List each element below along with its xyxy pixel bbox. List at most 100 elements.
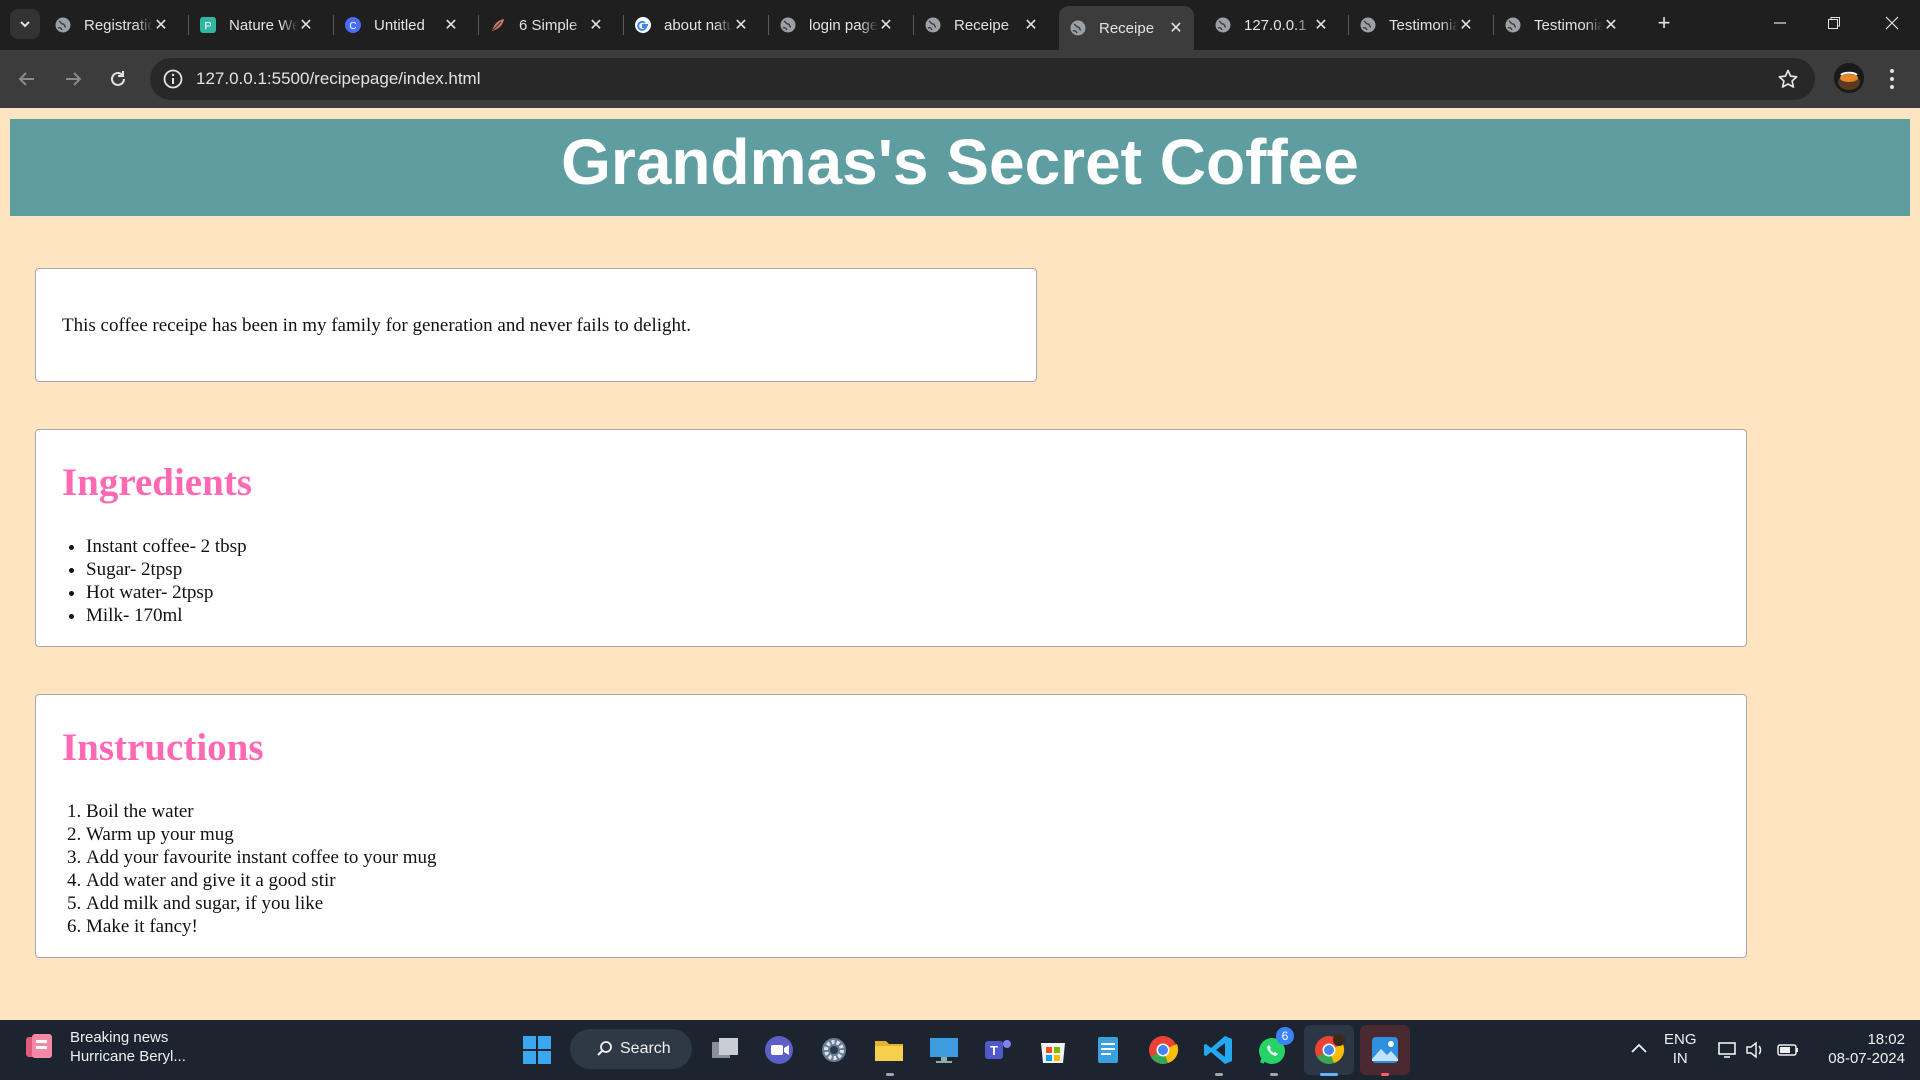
google-icon	[634, 16, 652, 34]
canva-icon: C	[344, 16, 362, 34]
task-view-icon[interactable]	[708, 1033, 742, 1067]
back-button[interactable]	[10, 62, 44, 96]
vscode-icon[interactable]	[1201, 1033, 1235, 1067]
desktop-icon[interactable]	[927, 1033, 961, 1067]
restore-icon	[1828, 17, 1840, 29]
close-tab-icon[interactable]: ✕	[1603, 17, 1619, 34]
url-text[interactable]: 127.0.0.1:5500/recipepage/index.html	[196, 69, 480, 89]
chevron-up-icon[interactable]	[1630, 1042, 1648, 1056]
instruction-step: Add milk and sugar, if you like	[86, 892, 437, 915]
instruction-step: Boil the water	[86, 800, 437, 823]
intro-card: This coffee receipe has been in my famil…	[35, 268, 1037, 382]
close-tab-icon[interactable]: ✕	[1313, 17, 1329, 34]
news-icon	[26, 1034, 52, 1058]
chrome-profile-icon[interactable]	[1312, 1033, 1346, 1067]
microsoft-store-icon[interactable]	[1036, 1033, 1070, 1067]
notification-badge: 6	[1276, 1027, 1294, 1045]
chevron-down-icon	[20, 21, 30, 28]
tab-title: Nature Website	[229, 16, 298, 34]
tab-title: 127.0.0.1	[1244, 16, 1307, 34]
tab-3[interactable]: C Untitled ✕	[334, 8, 469, 42]
volume-icon[interactable]	[1745, 1040, 1765, 1060]
windows-taskbar: Breaking news Hurricane Beryl... Search …	[0, 1020, 1920, 1080]
file-explorer-icon[interactable]	[872, 1033, 906, 1067]
close-tab-icon[interactable]: ✕	[298, 17, 314, 34]
ingredient-item: Sugar- 2tpsp	[86, 558, 247, 581]
clock-date: 08-07-2024	[1828, 1050, 1905, 1067]
close-window-button[interactable]	[1864, 0, 1920, 46]
clock[interactable]: 18:02 08-07-2024	[1815, 1030, 1905, 1068]
tab-10[interactable]: Testimonial ✕	[1349, 8, 1484, 42]
news-widget[interactable]: Breaking news Hurricane Beryl...	[22, 1028, 186, 1066]
close-tab-icon[interactable]: ✕	[588, 17, 604, 34]
network-icon[interactable]	[1717, 1040, 1739, 1060]
running-indicator	[1270, 1073, 1278, 1076]
running-indicator	[1215, 1073, 1223, 1076]
tab-6[interactable]: login page ✕	[769, 8, 904, 42]
news-subtitle: Hurricane Beryl...	[70, 1048, 186, 1065]
svg-text:P: P	[204, 21, 211, 33]
close-tab-icon[interactable]: ✕	[733, 17, 749, 34]
globe-icon	[1359, 16, 1377, 34]
tab-search-button[interactable]	[10, 9, 40, 39]
running-indicator	[886, 1073, 894, 1076]
settings-icon[interactable]	[817, 1033, 851, 1067]
reload-button[interactable]	[101, 62, 135, 96]
teams-icon[interactable]: T	[981, 1033, 1015, 1067]
svg-text:T: T	[990, 1043, 998, 1058]
notepad-icon[interactable]	[1091, 1033, 1125, 1067]
tab-9[interactable]: 127.0.0.1 ✕	[1204, 8, 1339, 42]
bookmark-star-icon[interactable]	[1777, 68, 1799, 90]
tab-title: Testimonial	[1534, 16, 1603, 34]
site-info-icon[interactable]	[162, 68, 184, 90]
close-tab-icon[interactable]: ✕	[1168, 20, 1184, 37]
taskbar-search[interactable]: Search	[570, 1029, 692, 1069]
globe-icon	[1214, 16, 1232, 34]
close-tab-icon[interactable]: ✕	[153, 17, 169, 34]
ingredient-item: Instant coffee- 2 tbsp	[86, 535, 247, 558]
tab-7[interactable]: Receipe ✕	[914, 8, 1049, 42]
chrome-icon[interactable]	[1146, 1033, 1180, 1067]
profile-avatar[interactable]	[1834, 63, 1864, 93]
windows-start-icon[interactable]	[520, 1033, 554, 1067]
close-tab-icon[interactable]: ✕	[443, 17, 459, 34]
ingredients-heading: Ingredients	[62, 461, 252, 504]
close-tab-icon[interactable]: ✕	[1023, 17, 1039, 34]
new-tab-button[interactable]: +	[1652, 11, 1676, 35]
forward-button[interactable]	[56, 62, 90, 96]
ingredients-card: Ingredients Instant coffee- 2 tbsp Sugar…	[35, 429, 1747, 647]
intro-text: This coffee receipe has been in my famil…	[62, 315, 692, 336]
photos-icon[interactable]	[1368, 1033, 1402, 1067]
tab-4[interactable]: 6 Simple ✕	[479, 8, 614, 42]
restore-button[interactable]	[1806, 0, 1862, 46]
ingredient-item: Milk- 170ml	[86, 604, 247, 627]
teams-chat-icon[interactable]	[762, 1033, 796, 1067]
address-bar[interactable]: 127.0.0.1:5500/recipepage/index.html	[150, 58, 1815, 100]
close-tab-icon[interactable]: ✕	[878, 17, 894, 34]
browser-toolbar: 127.0.0.1:5500/recipepage/index.html	[0, 50, 1920, 108]
minimize-icon	[1774, 22, 1786, 24]
browser-menu-button[interactable]	[1880, 64, 1904, 94]
minimize-button[interactable]	[1752, 0, 1808, 46]
tab-5[interactable]: about nature✕	[624, 8, 759, 42]
globe-icon	[1504, 16, 1522, 34]
search-icon	[597, 1041, 612, 1056]
arrow-right-icon	[66, 72, 82, 86]
close-icon	[1885, 16, 1899, 30]
running-indicator	[1381, 1073, 1389, 1076]
profile-picture-icon	[1834, 63, 1864, 93]
active-indicator	[1320, 1073, 1338, 1076]
battery-icon[interactable]	[1776, 1041, 1800, 1059]
globe-icon	[1069, 19, 1087, 37]
whatsapp-button[interactable]: 6	[1256, 1027, 1294, 1067]
tab-2[interactable]: P Nature Website✕	[189, 8, 324, 42]
instructions-heading: Instructions	[62, 726, 264, 769]
tab-1[interactable]: Registration Form✕	[44, 8, 179, 42]
search-label: Search	[620, 1040, 671, 1057]
tab-11[interactable]: Testimonial ✕	[1494, 8, 1629, 42]
close-tab-icon[interactable]: ✕	[1458, 17, 1474, 34]
site-header: Grandmas's Secret Coffee	[10, 119, 1910, 216]
tab-8[interactable]: Receipe ✕	[1059, 6, 1194, 50]
instruction-step: Make it fancy!	[86, 915, 437, 938]
language-indicator[interactable]: ENG IN	[1664, 1030, 1697, 1068]
